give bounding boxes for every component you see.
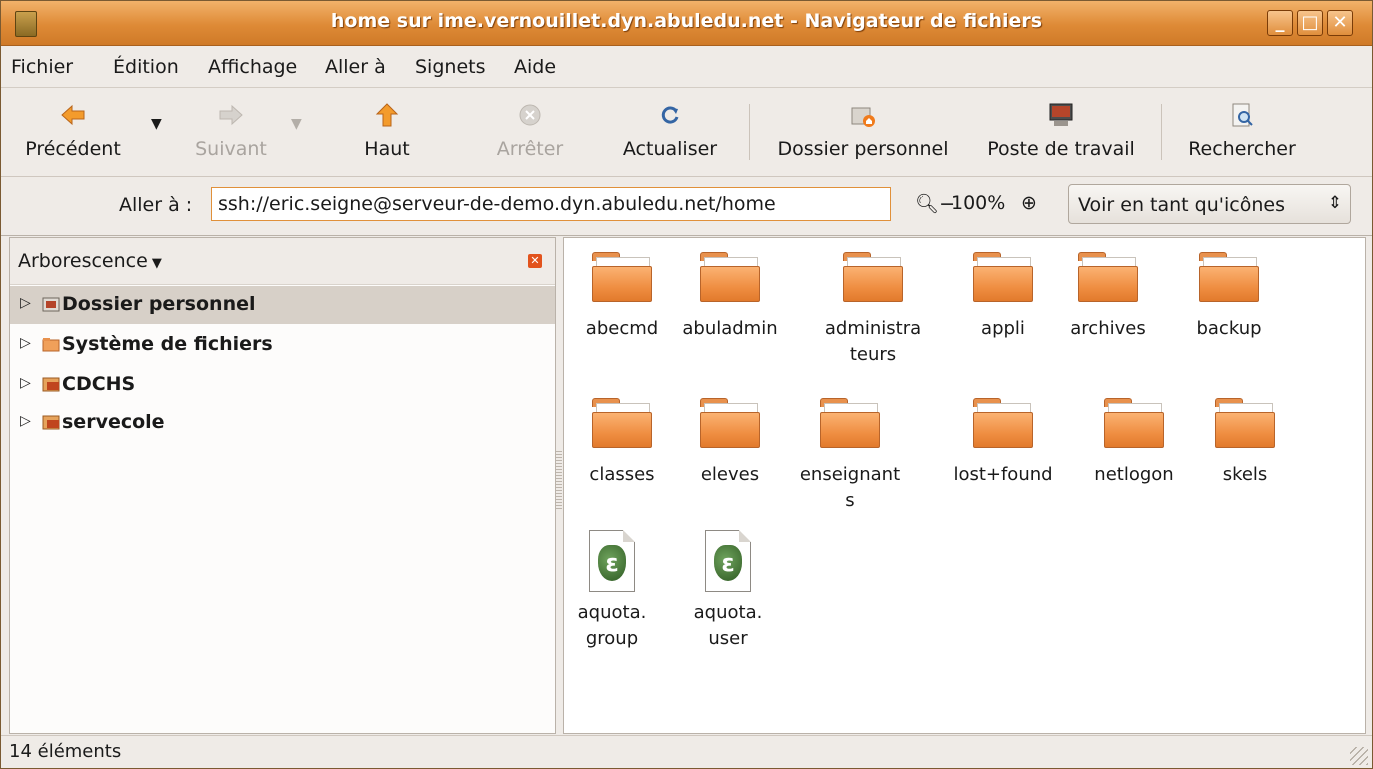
minimize-button[interactable]: _ <box>1267 10 1293 36</box>
view-mode-select[interactable]: Voir en tant qu'icônes ⇕ <box>1068 184 1351 224</box>
menu-affichage[interactable]: Affichage <box>208 56 297 78</box>
file-browser-window: home sur ime.vernouillet.dyn.abuledu.net… <box>0 0 1373 769</box>
folder-icon <box>843 252 903 302</box>
folder-icon <box>700 252 760 302</box>
icon-view: abecmd abuladmin administra teurs appli … <box>563 237 1366 734</box>
title-bar[interactable]: home sur ime.vernouillet.dyn.abuledu.net… <box>1 1 1372 46</box>
computer-button[interactable]: Poste de travail <box>973 88 1149 174</box>
chevron-down-icon: ▼ <box>147 256 162 271</box>
folder-icon <box>1215 398 1275 448</box>
computer-icon <box>1049 103 1073 126</box>
file-item[interactable]: ε aquota. user <box>668 530 788 652</box>
menu-signets[interactable]: Signets <box>415 56 485 78</box>
expander-icon[interactable]: ▷ <box>20 375 31 391</box>
menu-fichier[interactable]: Fichier <box>11 56 73 78</box>
location-bar: Aller à : 🔍︎− 100% ⊕ Voir en tant qu'icô… <box>1 177 1372 236</box>
reload-button[interactable]: Actualiser <box>613 88 727 174</box>
folder-icon <box>1078 252 1138 302</box>
view-mode-value: Voir en tant qu'icônes <box>1078 194 1285 216</box>
resize-grip-icon[interactable] <box>1350 747 1368 765</box>
file-item[interactable]: classes <box>562 398 682 488</box>
zoom-level[interactable]: 100% <box>951 192 1005 214</box>
folder-icon <box>592 398 652 448</box>
ssh-share-icon <box>42 377 60 392</box>
expander-icon[interactable]: ▷ <box>20 335 31 351</box>
stop-icon <box>519 104 541 126</box>
tree-item-filesystem[interactable]: ▷ Système de fichiers <box>10 326 555 364</box>
toolbar-separator <box>749 104 750 160</box>
file-item[interactable]: appli <box>943 252 1063 342</box>
status-bar: 14 éléments <box>1 735 1372 769</box>
toolbar: Précédent ▼ Suivant ▼ Haut Arrêter Actua… <box>1 88 1372 177</box>
folder-icon <box>1104 398 1164 448</box>
folder-icon <box>700 398 760 448</box>
forward-history-dropdown[interactable]: ▼ <box>291 116 302 132</box>
expander-icon[interactable]: ▷ <box>20 295 31 311</box>
tree-item-servecole[interactable]: ▷ servecole <box>10 404 555 442</box>
gnome-file-icon: ε <box>705 530 751 592</box>
file-item[interactable]: skels <box>1185 398 1305 488</box>
side-pane: Arborescence ▼ ✕ ▷ Dossier personnel ▷ S… <box>9 237 556 734</box>
arrow-right-icon <box>219 104 243 126</box>
search-button[interactable]: Rechercher <box>1177 88 1307 174</box>
folder-icon <box>42 338 60 352</box>
home-icon <box>42 297 60 312</box>
folder-icon <box>820 398 880 448</box>
file-item[interactable]: netlogon <box>1074 398 1194 488</box>
file-item[interactable]: enseignant s <box>790 398 910 514</box>
forward-button[interactable]: Suivant <box>181 88 281 174</box>
reload-icon <box>661 106 679 124</box>
maximize-button[interactable]: □ <box>1297 10 1323 36</box>
file-item[interactable]: backup <box>1169 252 1289 342</box>
zoom-out-icon[interactable]: 🔍︎− <box>915 192 955 215</box>
file-item[interactable]: administra teurs <box>813 252 933 368</box>
folder-icon <box>973 398 1033 448</box>
ssh-share-icon <box>42 415 60 430</box>
up-button[interactable]: Haut <box>339 88 435 174</box>
location-input[interactable] <box>211 187 891 221</box>
side-pane-header: Arborescence ▼ ✕ <box>10 238 555 285</box>
gnome-file-icon: ε <box>589 530 635 592</box>
menu-edition[interactable]: Édition <box>113 56 179 78</box>
home-button[interactable]: Dossier personnel <box>763 88 963 174</box>
file-item[interactable]: eleves <box>670 398 790 488</box>
file-item[interactable]: lost+found <box>943 398 1063 488</box>
arrow-up-icon <box>375 103 399 127</box>
file-item[interactable]: archives <box>1048 252 1168 342</box>
file-item[interactable]: ε aquota. group <box>552 530 672 652</box>
file-item[interactable]: abuladmin <box>670 252 790 342</box>
menu-aide[interactable]: Aide <box>514 56 556 78</box>
window-title: home sur ime.vernouillet.dyn.abuledu.net… <box>330 10 1043 32</box>
arrow-left-icon <box>61 104 85 126</box>
location-label: Aller à : <box>119 194 193 216</box>
search-icon <box>1232 103 1253 127</box>
home-folder-icon <box>851 107 875 127</box>
folder-icon <box>1199 252 1259 302</box>
side-pane-selector[interactable]: Arborescence ▼ <box>18 250 162 272</box>
toolbar-separator-2 <box>1161 104 1162 160</box>
zoom-in-icon[interactable]: ⊕ <box>1021 192 1037 214</box>
menu-bar: Fichier Édition Affichage Aller à Signet… <box>1 47 1372 88</box>
status-text: 14 éléments <box>9 741 122 762</box>
select-arrows-icon: ⇕ <box>1327 193 1342 213</box>
file-item[interactable]: abecmd <box>562 252 682 342</box>
back-button[interactable]: Précédent <box>11 88 135 174</box>
close-button[interactable]: ✕ <box>1327 10 1353 36</box>
folder-icon <box>592 252 652 302</box>
expander-icon[interactable]: ▷ <box>20 413 31 429</box>
tree-item-home[interactable]: ▷ Dossier personnel <box>10 286 555 324</box>
close-pane-icon[interactable]: ✕ <box>528 254 542 268</box>
stop-button[interactable]: Arrêter <box>485 88 575 174</box>
menu-aller[interactable]: Aller à <box>325 56 386 78</box>
folder-icon <box>973 252 1033 302</box>
back-history-dropdown[interactable]: ▼ <box>151 116 162 132</box>
tree-item-cdchs[interactable]: ▷ CDCHS <box>10 366 555 404</box>
